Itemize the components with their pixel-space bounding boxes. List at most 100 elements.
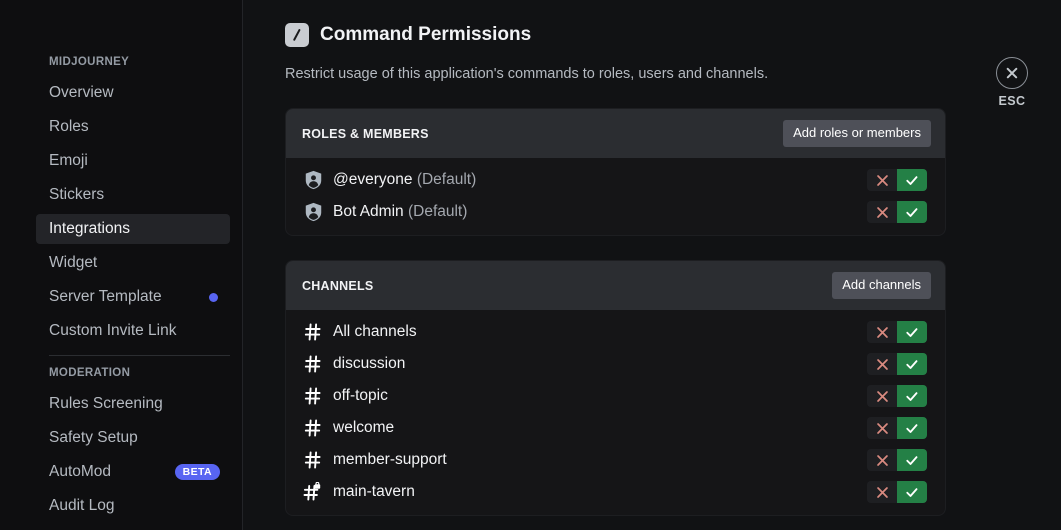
- role-shield-icon: [302, 201, 324, 223]
- add-roles-or-members-button[interactable]: Add roles or members: [783, 120, 931, 147]
- allow-check-icon: [905, 358, 919, 371]
- sidebar-item-safety-setup[interactable]: Safety Setup: [36, 423, 230, 453]
- permission-toggle[interactable]: [867, 201, 927, 223]
- permission-row-label: All channels: [333, 322, 867, 342]
- permission-target-name: Bot Admin: [333, 203, 404, 220]
- deny-button[interactable]: [867, 417, 897, 439]
- permission-row: member-support: [286, 444, 945, 476]
- hash-icon: [302, 385, 324, 407]
- card-title: ROLES & MEMBERS: [302, 127, 429, 141]
- allow-button[interactable]: [897, 201, 927, 223]
- permission-target-suffix: (Default): [417, 171, 476, 188]
- deny-button[interactable]: [867, 481, 897, 503]
- add-channels-button[interactable]: Add channels: [832, 272, 931, 299]
- allow-check-icon: [905, 454, 919, 467]
- permission-row: welcome: [286, 412, 945, 444]
- sidebar-item-label: Emoji: [49, 151, 220, 171]
- close-esc-button[interactable]: ESC: [986, 57, 1038, 108]
- deny-x-icon: [876, 206, 889, 219]
- permission-toggle[interactable]: [867, 353, 927, 375]
- hash-icon: [303, 386, 323, 406]
- card-header: CHANNELSAdd channels: [286, 261, 945, 310]
- deny-x-icon: [876, 326, 889, 339]
- permission-row-label: discussion: [333, 354, 867, 374]
- allow-button[interactable]: [897, 481, 927, 503]
- permission-cards: ROLES & MEMBERS Add roles or members @ever…: [285, 108, 1061, 516]
- sidebar-item-stickers[interactable]: Stickers: [36, 180, 230, 210]
- allow-button[interactable]: [897, 385, 927, 407]
- beta-badge: BETA: [175, 464, 220, 480]
- permission-row-label: member-support: [333, 450, 867, 470]
- permission-row-label: welcome: [333, 418, 867, 438]
- role-shield-icon: [302, 169, 324, 191]
- allow-check-icon: [905, 486, 919, 499]
- deny-button[interactable]: [867, 169, 897, 191]
- card-body: @everyone (Default)Bot Admin (Default): [286, 158, 945, 235]
- sidebar-item-integrations[interactable]: Integrations: [36, 214, 230, 244]
- hash-icon: [303, 354, 323, 374]
- sidebar-group-header: MODERATION: [0, 365, 242, 381]
- permission-row: main-tavern: [286, 476, 945, 508]
- permission-target-name: member-support: [333, 451, 447, 468]
- sidebar-item-label: Server Template: [49, 287, 209, 307]
- page-title: Command Permissions: [320, 23, 531, 47]
- sidebar-item-label: Overview: [49, 83, 220, 103]
- sidebar-item-server-template[interactable]: Server Template: [36, 282, 230, 312]
- permission-target-name: @everyone: [333, 171, 413, 188]
- sidebar-item-audit-log[interactable]: Audit Log: [36, 491, 230, 521]
- deny-button[interactable]: [867, 321, 897, 343]
- hash-icon: [303, 322, 323, 342]
- permission-target-name: off-topic: [333, 387, 388, 404]
- permission-row: discussion: [286, 348, 945, 380]
- hash-icon: [302, 449, 324, 471]
- deny-button[interactable]: [867, 201, 897, 223]
- permission-toggle[interactable]: [867, 321, 927, 343]
- sidebar-item-label: Roles: [49, 117, 220, 137]
- permission-row: @everyone (Default): [286, 164, 945, 196]
- sidebar-item-overview[interactable]: Overview: [36, 78, 230, 108]
- allow-button[interactable]: [897, 449, 927, 471]
- permission-toggle[interactable]: [867, 481, 927, 503]
- close-icon: [996, 57, 1028, 89]
- deny-button[interactable]: [867, 353, 897, 375]
- sidebar-item-roles[interactable]: Roles: [36, 112, 230, 142]
- allow-button[interactable]: [897, 417, 927, 439]
- permission-toggle[interactable]: [867, 385, 927, 407]
- permission-target-suffix: (Default): [408, 203, 467, 220]
- deny-button[interactable]: [867, 385, 897, 407]
- permission-row: All channels: [286, 316, 945, 348]
- hash-lock-icon: [302, 481, 324, 503]
- permission-toggle[interactable]: [867, 169, 927, 191]
- sidebar-item-rules-screening[interactable]: Rules Screening: [36, 389, 230, 419]
- sidebar-item-label: Stickers: [49, 185, 220, 205]
- sidebar-item-custom-invite-link[interactable]: Custom Invite Link: [36, 316, 230, 346]
- allow-check-icon: [905, 422, 919, 435]
- allow-button[interactable]: [897, 321, 927, 343]
- permission-row: Bot Admin (Default): [286, 196, 945, 228]
- sidebar-separator: [49, 355, 230, 356]
- permission-target-name: All channels: [333, 323, 417, 340]
- allow-button[interactable]: [897, 353, 927, 375]
- deny-x-icon: [876, 422, 889, 435]
- hash-icon: [302, 321, 324, 343]
- hash-icon: [303, 418, 323, 438]
- sidebar-item-label: Audit Log: [49, 496, 220, 516]
- esc-label: ESC: [986, 94, 1038, 108]
- deny-button[interactable]: [867, 449, 897, 471]
- sidebar-item-label: Safety Setup: [49, 428, 220, 448]
- hash-lock-icon: [302, 482, 324, 502]
- allow-check-icon: [905, 390, 919, 403]
- allow-button[interactable]: [897, 169, 927, 191]
- page-description: Restrict usage of this application's com…: [285, 64, 1061, 84]
- permission-row-label: @everyone (Default): [333, 170, 867, 190]
- sidebar-item-emoji[interactable]: Emoji: [36, 146, 230, 176]
- role-shield-icon: [304, 170, 323, 190]
- main-content: Command Permissions Restrict usage of th…: [243, 0, 1061, 530]
- sidebar-item-widget[interactable]: Widget: [36, 248, 230, 278]
- permission-toggle[interactable]: [867, 449, 927, 471]
- permission-toggle[interactable]: [867, 417, 927, 439]
- card-body: All channels discussion off-topic welcome me…: [286, 310, 945, 515]
- permission-row-label: off-topic: [333, 386, 867, 406]
- sidebar-item-automod[interactable]: AutoModBETA: [36, 457, 230, 487]
- permission-row-label: main-tavern: [333, 482, 867, 502]
